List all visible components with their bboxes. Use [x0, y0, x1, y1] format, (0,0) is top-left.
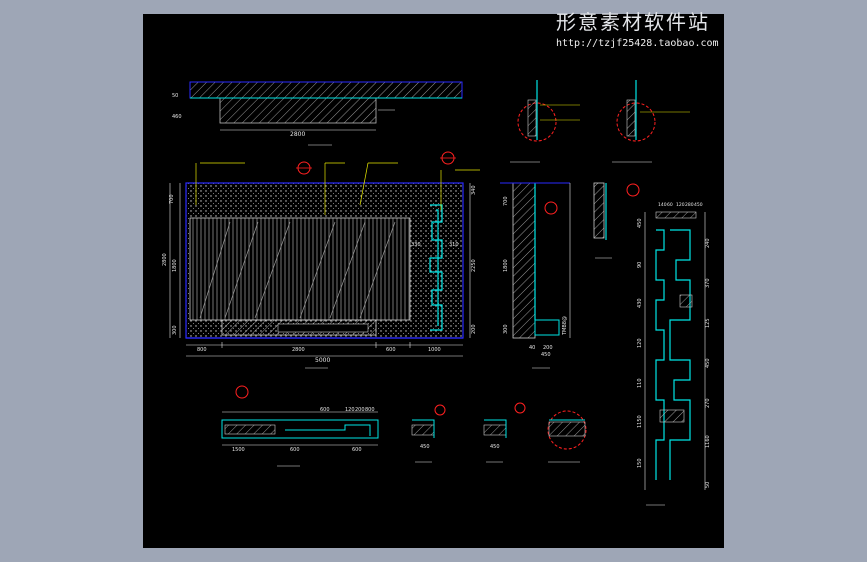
elevation-left-dim-3: 1800 [172, 259, 178, 272]
elevation-inner-dim-1: 330 [411, 242, 421, 248]
section-1-dim-1: 700 [503, 196, 509, 206]
top-plan-side-dim-2: 460 [172, 114, 182, 120]
tall-section-dim: 270 [705, 398, 711, 408]
tall-section-top-dim: 450 [694, 202, 703, 208]
tall-section-dim: 370 [705, 278, 711, 288]
tall-section-dim: 50 [705, 482, 711, 488]
tall-section-dim: 110 [637, 378, 643, 388]
top-plan-side-dim-1: 50 [172, 93, 178, 99]
main-elevation[interactable]: 800 2800 600 1000 5000 700 2800 1800 300… [162, 151, 480, 369]
top-plan-view[interactable]: 2800 50 460 [172, 81, 463, 146]
bottom-plan-dim-7: 800 [365, 407, 375, 413]
elevation-right-dim-2: 2250 [471, 259, 477, 272]
tall-section-profile [655, 229, 665, 480]
tall-section-dim: 90 [637, 262, 643, 268]
elevation-right-dim-3: 200 [471, 324, 477, 334]
elevation-left-dim-2: 2800 [162, 253, 168, 266]
elevation-inner-dim-2: 310 [449, 242, 459, 248]
tall-section-top-dim: 60 [667, 202, 673, 208]
top-plan-cabinet [219, 97, 377, 124]
section-2-marker[interactable] [626, 183, 640, 197]
section-1-dim-2: 1800 [503, 259, 509, 272]
cad-drawing: 2800 50 460 800 2800 600 1000 5000 700 2… [162, 80, 711, 506]
tall-section-dim: 120 [637, 338, 643, 348]
section-1-wall [512, 182, 536, 339]
tall-section-top-dim: 280 [685, 202, 694, 208]
section-1-dim-3: 300 [503, 324, 509, 334]
detail-3-width: 450 [420, 444, 430, 450]
tall-section-dim: 150 [637, 458, 643, 468]
elevation-right-dim-1: 340 [471, 185, 477, 195]
detail-3-marker[interactable] [434, 404, 446, 416]
detail-4-marker[interactable] [514, 402, 526, 414]
tall-section-dim: 450 [705, 358, 711, 368]
section-2[interactable] [593, 182, 640, 259]
detail-4-width: 450 [490, 444, 500, 450]
elevation-total-width: 5000 [315, 357, 330, 364]
tall-section-dim: 1160 [705, 435, 711, 448]
bottom-plan-marker[interactable] [235, 385, 249, 399]
detail-circle-bottom[interactable] [547, 410, 587, 463]
section-1-side-label: TMB8@ [562, 316, 568, 336]
bottom-plan-dim-3: 600 [320, 407, 330, 413]
tall-section-dim: 430 [637, 298, 643, 308]
section-1-bottom-dim-2: 200 [543, 345, 553, 351]
tall-section-dim: 1150 [637, 415, 643, 428]
section-1-bottom-dim-1: 40 [529, 345, 535, 351]
detail-circle-top-2[interactable] [612, 80, 690, 163]
tall-section-dim: 450 [637, 218, 643, 228]
elevation-bottom-dim-1: 800 [197, 347, 207, 353]
elevation-bottom-dim-3: 600 [386, 347, 396, 353]
elevation-bottom-dim-lines [186, 342, 463, 357]
elevation-bottom-dim-2: 2800 [292, 347, 305, 353]
tall-section-dim: 125 [705, 318, 711, 328]
tall-section-top-dim: 140 [658, 202, 667, 208]
top-plan-width-dim: 2800 [290, 131, 305, 138]
bottom-plan-dim-5: 120 [345, 407, 355, 413]
bottom-plan-dim-2: 600 [290, 447, 300, 453]
tall-section-dim: 240 [705, 238, 711, 248]
elevation-panel-lines [190, 218, 410, 320]
tall-section[interactable] [644, 211, 706, 506]
detail-circle-top-1[interactable] [510, 80, 580, 163]
bottom-plan-view[interactable]: 1500 600 600 600 120 200 800 [221, 385, 379, 467]
elevation-left-dim-1: 700 [169, 194, 175, 204]
elevation-bottom-dim-4: 1000 [428, 347, 441, 353]
bottom-plan-dim-6: 200 [355, 407, 365, 413]
section-1-marker[interactable] [544, 201, 558, 215]
detail-4[interactable]: 450 [483, 402, 526, 463]
section-1[interactable]: 700 1800 300 40 200 450 TMB8@ [500, 182, 571, 369]
top-plan-ceiling [189, 81, 463, 99]
detail-3[interactable]: 450 [411, 404, 446, 463]
tall-section-inner-profile [669, 229, 691, 480]
section-1-bottom-dim-3: 450 [541, 352, 551, 358]
tall-section-top-dim: 120 [676, 202, 685, 208]
elevation-left-dim-4: 300 [172, 325, 178, 335]
bottom-plan-dim-4: 600 [352, 447, 362, 453]
bottom-plan-dim-1: 1500 [232, 447, 245, 453]
